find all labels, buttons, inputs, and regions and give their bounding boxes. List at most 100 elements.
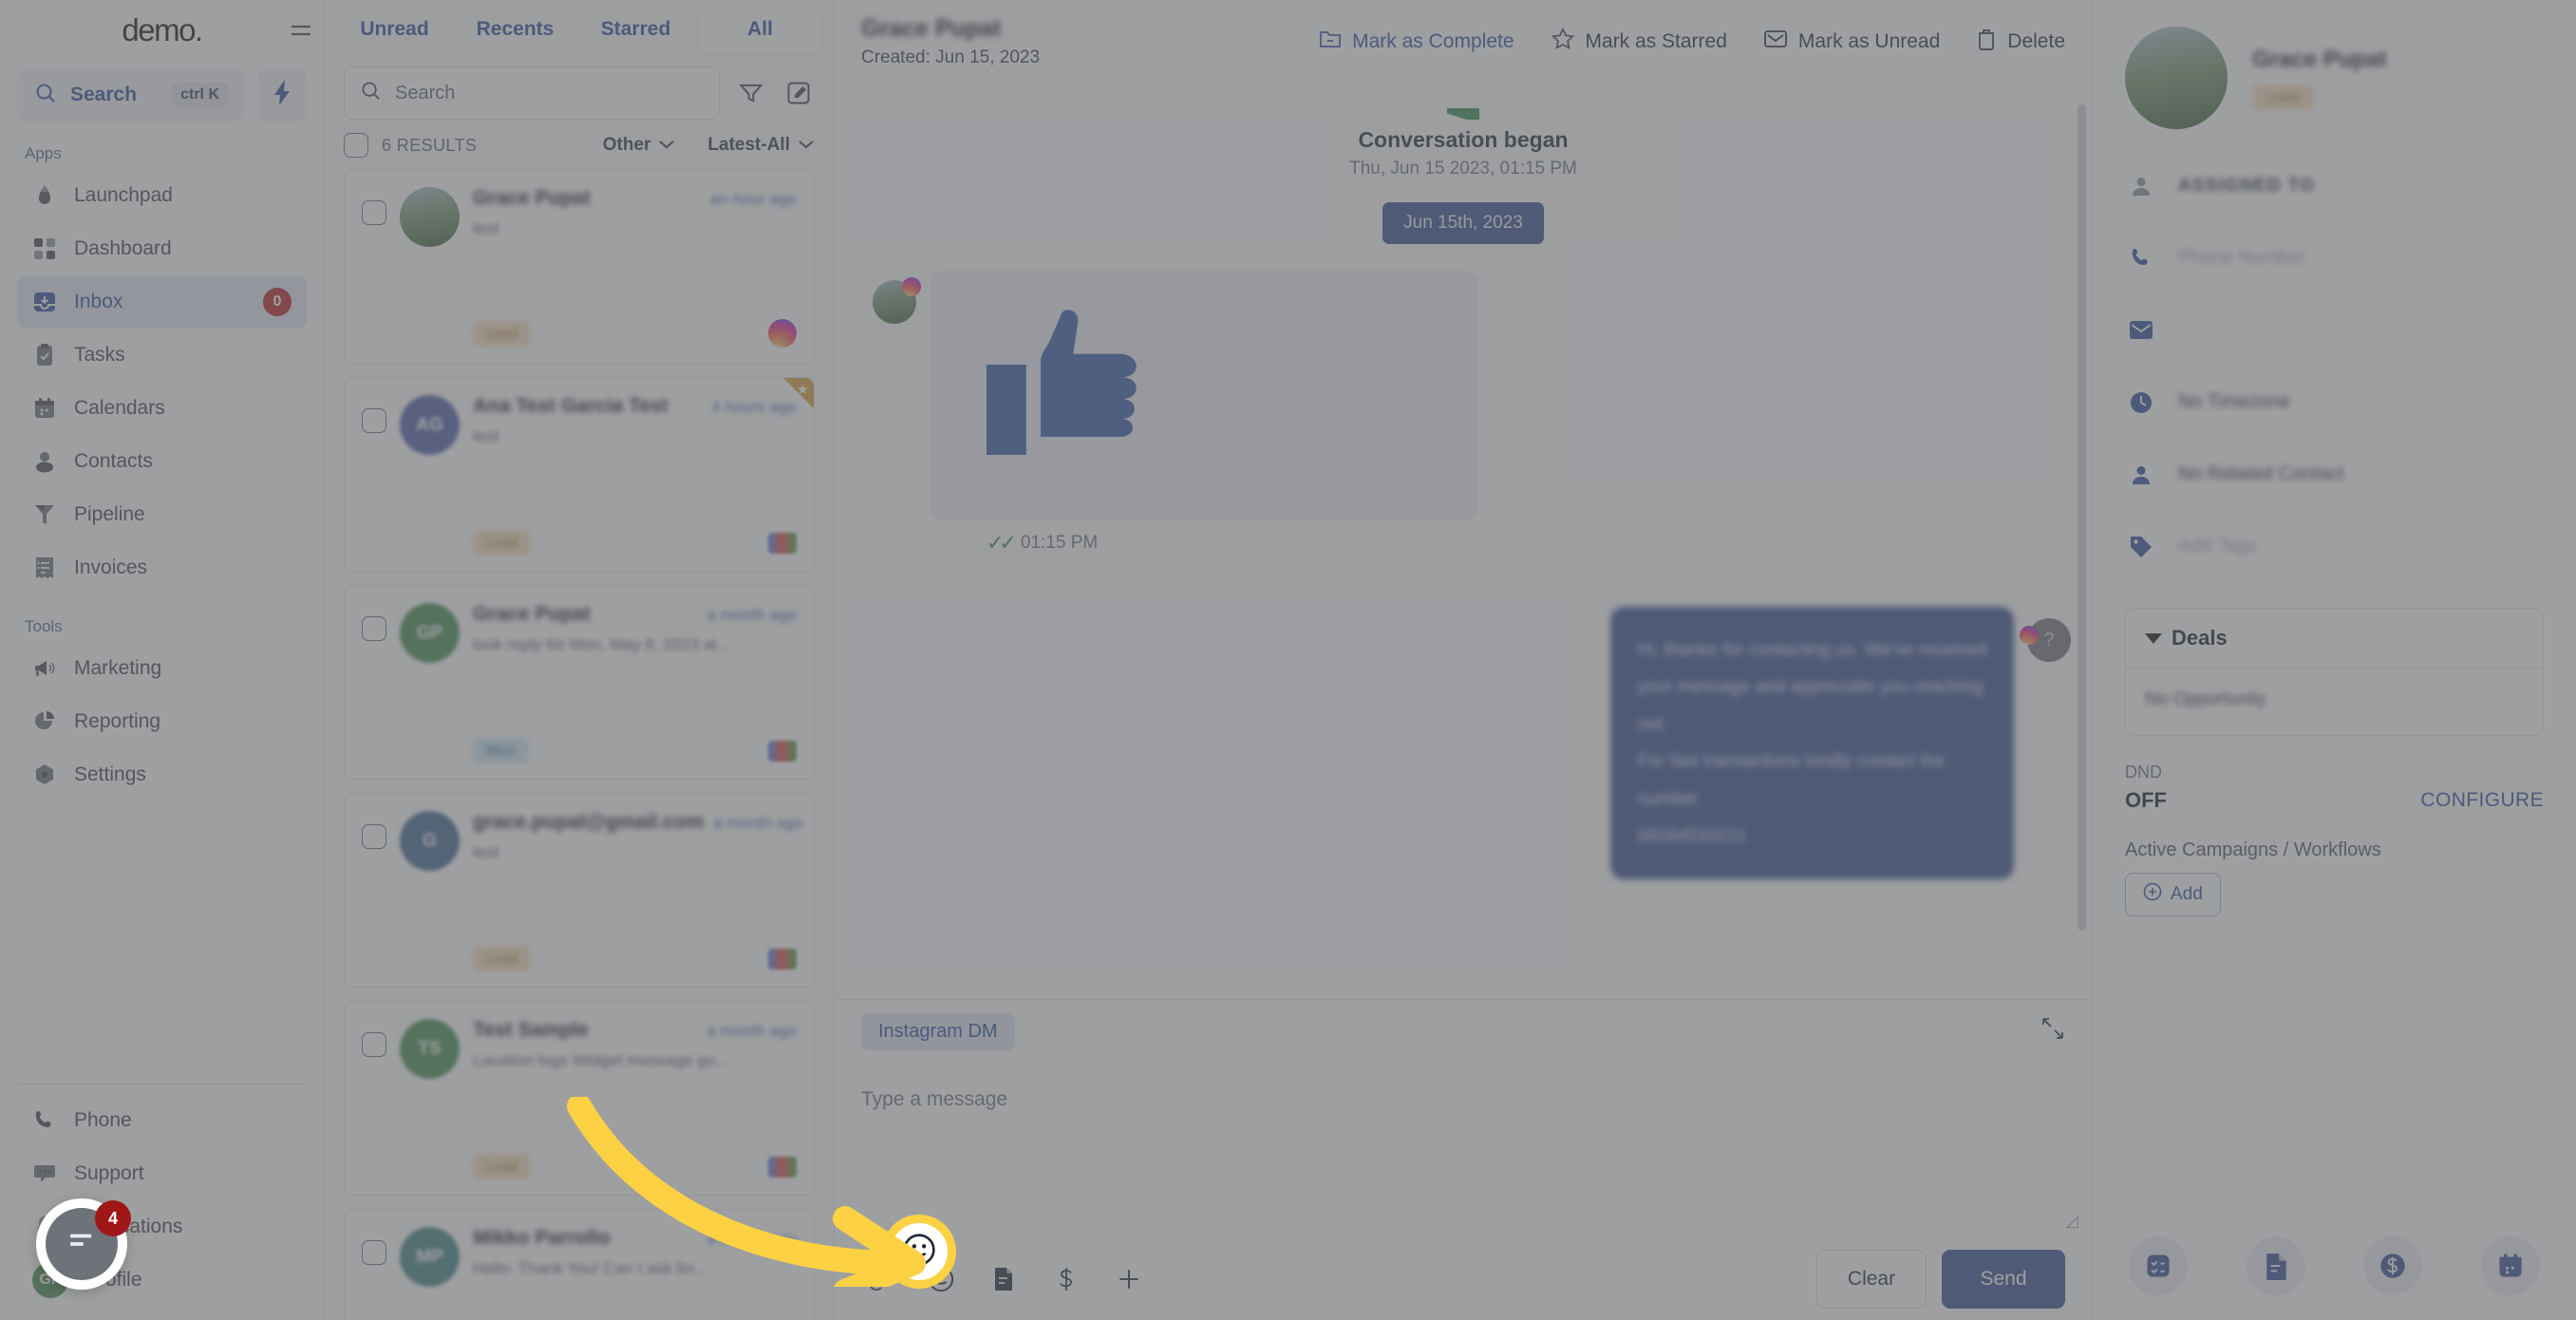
sort-dropdown[interactable]: Latest-All	[707, 135, 815, 156]
compose-icon[interactable]	[782, 77, 815, 109]
quick-actions-button[interactable]	[257, 68, 307, 122]
sidebar-item-contacts[interactable]: Contacts	[17, 435, 307, 488]
conversation-preview: test	[473, 219, 499, 237]
contact-phone-value: Phone Number	[2178, 247, 2306, 268]
sidebar-item-support[interactable]: Support	[17, 1147, 307, 1200]
contact-timezone-value: No Timezone	[2178, 391, 2290, 412]
sidebar-item-reporting[interactable]: Reporting	[17, 695, 307, 748]
message-line: out.	[1637, 714, 1668, 735]
template-icon[interactable]	[987, 1262, 1021, 1296]
contact-details-panel: Grace Pupat Lead ASSIGNED TO Phone Numbe…	[2092, 0, 2576, 1320]
channel-chip[interactable]: Instagram DM	[861, 1012, 1015, 1050]
sidebar-item-settings[interactable]: Settings	[17, 748, 307, 801]
filter-primary-dropdown[interactable]: Other	[603, 135, 676, 156]
conversation-checkbox[interactable]	[362, 1032, 386, 1057]
dnd-configure-link[interactable]: CONFIGURE	[2420, 789, 2544, 812]
conversation-search-input[interactable]: Search	[344, 66, 720, 120]
tab-starred[interactable]: Starred	[575, 0, 696, 59]
sidebar-item-calendars[interactable]: Calendars	[17, 382, 307, 435]
appointments-icon[interactable]	[2480, 1236, 2540, 1295]
conversation-checkbox[interactable]	[362, 200, 386, 225]
inbox-badge: 0	[263, 288, 291, 316]
notes-icon[interactable]	[2246, 1236, 2305, 1295]
chat-widget-badge: 4	[95, 1200, 131, 1236]
collapse-sidebar-icon[interactable]	[288, 21, 314, 42]
clear-button[interactable]: Clear	[1816, 1250, 1927, 1309]
dollar-icon[interactable]	[1049, 1262, 1083, 1296]
tab-all[interactable]: All	[700, 6, 820, 53]
support-chat-widget[interactable]: 4	[36, 1198, 131, 1290]
conversation-name: Test Sample	[473, 1019, 590, 1041]
conversation-list-item[interactable]: G grace.pupat@gmail.com a month ago test…	[344, 793, 815, 988]
tags-row[interactable]: Add Tags	[2125, 511, 2544, 583]
related-contact-row[interactable]: No Related Contact	[2125, 439, 2544, 511]
sidebar-item-phone[interactable]: Phone	[17, 1094, 307, 1147]
filter-icon[interactable]	[735, 77, 767, 109]
sidebar-item-marketing[interactable]: Marketing	[17, 642, 307, 695]
conversation-list-item[interactable]: ★ AG Ana Test Garcia Test 4 hours ago te…	[344, 377, 815, 572]
sidebar-item-launchpad[interactable]: Launchpad	[17, 169, 307, 222]
avatar: AG	[400, 395, 460, 455]
sidebar-item-label: Tasks	[74, 344, 125, 366]
send-button[interactable]: Send	[1942, 1250, 2065, 1309]
message-outgoing: Hi, thanks for contacting us. We've rece…	[835, 607, 2092, 879]
date-separator-chip: Jun 15th, 2023	[1382, 202, 1544, 244]
thread-scrollbar[interactable]	[2078, 104, 2086, 931]
conversation-checkbox[interactable]	[362, 616, 386, 641]
dnd-value: OFF	[2125, 788, 2167, 812]
sidebar-item-pipeline[interactable]: Pipeline	[17, 488, 307, 541]
mark-as-complete-button[interactable]: Mark as Complete	[1319, 28, 1514, 56]
folder-minus-icon	[1319, 28, 1342, 56]
avatar-initials: GP	[416, 622, 443, 643]
avatar	[2125, 27, 2228, 129]
launchpad-icon	[32, 183, 57, 208]
message-line: For fast transactions kindly contact the	[1637, 751, 1946, 772]
conversation-checkbox[interactable]	[362, 408, 386, 433]
add-campaign-button[interactable]: Add	[2125, 873, 2221, 916]
plus-icon[interactable]	[1112, 1262, 1146, 1296]
conversation-began-block: Conversation began Thu, Jun 15 2023, 01:…	[835, 84, 2092, 244]
sidebar-item-inbox[interactable]: Inbox 0	[17, 275, 307, 329]
contact-timezone-row[interactable]: No Timezone	[2125, 367, 2544, 439]
conversation-name: Ana Test Garcia Test	[473, 395, 668, 417]
message-time: 01:15 PM	[1020, 533, 1099, 553]
payments-icon[interactable]	[2363, 1236, 2423, 1295]
conversation-list-item[interactable]: Grace Pupat an hour ago test Lead	[344, 169, 815, 364]
conversation-checkbox[interactable]	[362, 1240, 386, 1265]
message-thread[interactable]: Conversation began Thu, Jun 15 2023, 01:…	[835, 84, 2092, 999]
gear-icon	[32, 763, 57, 787]
tab-unread[interactable]: Unread	[334, 0, 455, 59]
conversation-checkbox[interactable]	[362, 824, 386, 849]
conversation-list-item[interactable]: GP Grace Pupat a month ago task reply fo…	[344, 585, 815, 780]
message-bubble-outgoing[interactable]: Hi, thanks for contacting us. We've rece…	[1610, 607, 2014, 879]
quick-action-icons	[2125, 1236, 2544, 1320]
select-all-checkbox[interactable]	[344, 133, 368, 158]
brand-logo: demo.	[122, 12, 203, 48]
contact-phone-row[interactable]: Phone Number	[2125, 222, 2544, 294]
plus-circle-icon	[2143, 882, 2162, 907]
assigned-to-row[interactable]: ASSIGNED TO	[2125, 150, 2544, 222]
sidebar-item-invoices[interactable]: Invoices	[17, 541, 307, 594]
gmail-icon	[768, 740, 797, 762]
sidebar-item-dashboard[interactable]: Dashboard	[17, 222, 307, 275]
collapse-composer-icon[interactable]	[2040, 1016, 2065, 1047]
mark-as-starred-button[interactable]: Mark as Starred	[1551, 27, 1727, 57]
message-input[interactable]: Type a message ◿	[835, 1063, 2092, 1238]
mark-as-unread-button[interactable]: Mark as Unread	[1763, 28, 1940, 56]
left-sidebar: demo. Search ctrl K Apps Launchpad Dashb…	[0, 0, 325, 1320]
dashboard-icon	[32, 236, 57, 261]
resize-grip-icon[interactable]: ◿	[2066, 1212, 2078, 1231]
avatar: GP	[400, 603, 460, 663]
avatar: G	[400, 811, 460, 871]
inbox-filter-tabs: Unread Recents Starred All	[325, 0, 834, 59]
message-image-bubble[interactable]	[930, 271, 1478, 519]
tab-recents[interactable]: Recents	[455, 0, 575, 59]
sidebar-item-tasks[interactable]: Tasks	[17, 329, 307, 382]
search-input[interactable]: Search ctrl K	[17, 68, 245, 122]
tasks-icon	[32, 343, 57, 368]
chevron-down-icon	[798, 135, 815, 156]
delete-button[interactable]: Delete	[1976, 28, 2065, 56]
contact-email-row[interactable]	[2125, 294, 2544, 367]
tasks-icon[interactable]	[2129, 1236, 2188, 1295]
deals-header[interactable]: Deals	[2126, 609, 2543, 669]
